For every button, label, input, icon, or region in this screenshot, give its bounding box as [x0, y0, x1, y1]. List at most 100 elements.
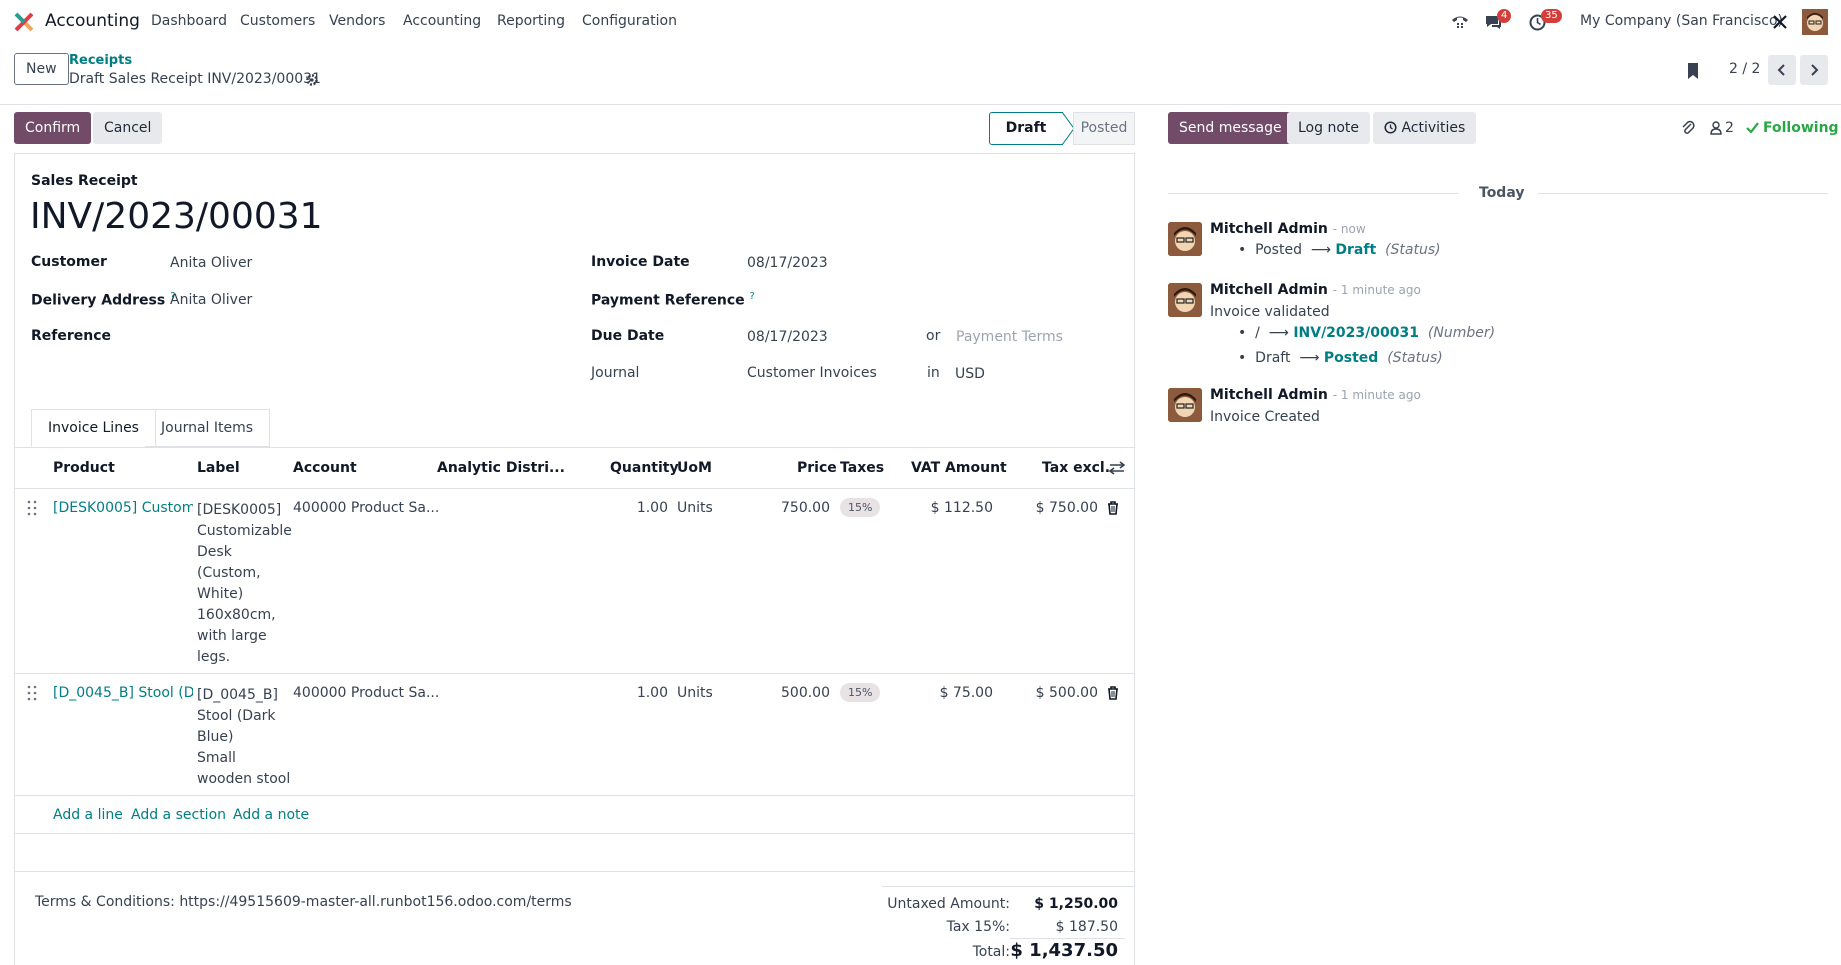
avatar[interactable]: [1168, 222, 1202, 256]
tax-badge[interactable]: 15%: [840, 498, 881, 517]
menu-vendors[interactable]: Vendors: [329, 13, 385, 29]
drag-handle-icon[interactable]: [27, 685, 37, 701]
followers-count[interactable]: 2: [1725, 120, 1734, 136]
col-taxes[interactable]: Taxes: [840, 460, 884, 476]
col-quantity[interactable]: Quantity: [610, 460, 679, 476]
user-avatar[interactable]: [1802, 9, 1828, 35]
status-posted[interactable]: Posted: [1073, 112, 1135, 145]
breadcrumb-receipts[interactable]: Receipts: [69, 53, 132, 68]
avatar[interactable]: [1168, 283, 1202, 317]
label-line: 160x80cm,: [197, 607, 276, 623]
delivery-address-field[interactable]: Anita Oliver: [170, 292, 252, 308]
bookmark-icon[interactable]: [1686, 62, 1700, 80]
due-date-field[interactable]: 08/17/2023: [747, 329, 828, 345]
label-line: legs.: [197, 649, 231, 665]
message-author[interactable]: Mitchell Admin - 1 minute ago: [1210, 282, 1421, 298]
send-message-button[interactable]: Send message: [1168, 112, 1293, 144]
debug-tools-icon[interactable]: [1772, 14, 1788, 30]
menu-configuration[interactable]: Configuration: [582, 13, 677, 29]
col-price[interactable]: Price: [797, 460, 837, 476]
or-label: or: [926, 328, 941, 344]
confirm-button[interactable]: Confirm: [14, 112, 92, 144]
row-label[interactable]: [DESK0005] Customizable Desk (Custom, Wh…: [197, 500, 292, 668]
reference-field[interactable]: [170, 325, 550, 347]
currency-field[interactable]: USD: [955, 366, 985, 382]
today-label: Today: [1479, 185, 1525, 201]
row-uom[interactable]: Units: [677, 500, 713, 516]
tab-journal-items[interactable]: Journal Items: [145, 409, 271, 447]
col-analytic[interactable]: Analytic Distri...: [437, 460, 565, 476]
totals-divider: [1010, 938, 1125, 939]
row-vat-amount: $ 75.00: [939, 685, 993, 701]
optional-columns-icon[interactable]: [1109, 460, 1125, 476]
menu-accounting[interactable]: Accounting: [403, 13, 481, 29]
row-account[interactable]: 400000 Product Sa...: [293, 500, 439, 516]
menu-reporting[interactable]: Reporting: [497, 13, 565, 29]
messages-badge: 4: [1497, 9, 1512, 23]
field-name: (Status): [1385, 242, 1441, 258]
row-label[interactable]: [D_0045_B] Stool (Dark Blue) Small woode…: [197, 685, 290, 790]
gear-icon[interactable]: [305, 73, 319, 87]
breadcrumb-current: Draft Sales Receipt INV/2023/00031: [69, 71, 321, 87]
message-author[interactable]: Mitchell Admin - 1 minute ago: [1210, 387, 1421, 403]
tax-badge[interactable]: 15%: [840, 683, 881, 702]
activities-button[interactable]: Activities: [1373, 112, 1477, 144]
app-name[interactable]: Accounting: [45, 11, 140, 31]
avatar-face-icon: [1168, 388, 1202, 422]
col-account[interactable]: Account: [293, 460, 357, 476]
row-account[interactable]: 400000 Product Sa...: [293, 685, 439, 701]
cancel-button[interactable]: Cancel: [93, 112, 163, 144]
terms-conditions[interactable]: Terms & Conditions: https://49515609-mas…: [35, 894, 572, 910]
phone-icon[interactable]: [1451, 14, 1469, 30]
avatar-face-icon: [1168, 222, 1202, 256]
following-button[interactable]: Following: [1763, 120, 1839, 136]
label-line: [DESK0005]: [197, 502, 282, 518]
trash-icon[interactable]: [1107, 501, 1119, 515]
log-note-button[interactable]: Log note: [1287, 112, 1370, 144]
col-product[interactable]: Product: [53, 460, 115, 476]
delivery-address-label: Delivery Address ?: [31, 291, 175, 309]
app-logo-icon[interactable]: [14, 12, 34, 32]
row-price[interactable]: 750.00: [760, 500, 830, 516]
label-line: Stool (Dark: [197, 708, 276, 724]
menu-dashboard[interactable]: Dashboard: [151, 13, 227, 29]
menu-customers[interactable]: Customers: [240, 13, 315, 29]
col-uom[interactable]: UoM: [677, 460, 712, 476]
payment-reference-label: Payment Reference ?: [591, 291, 755, 309]
add-line-link[interactable]: Add a line: [53, 807, 123, 823]
company-switcher[interactable]: My Company (San Francisco): [1580, 13, 1783, 29]
trash-icon[interactable]: [1107, 686, 1119, 700]
payment-reference-field[interactable]: [747, 288, 1127, 310]
col-label[interactable]: Label: [197, 460, 240, 476]
in-label: in: [927, 365, 940, 381]
chevron-left-icon: [1777, 64, 1785, 76]
customer-field[interactable]: Anita Oliver: [170, 255, 252, 271]
message-author[interactable]: Mitchell Admin - now: [1210, 221, 1366, 237]
drag-handle-icon[interactable]: [27, 500, 37, 516]
new-button[interactable]: New: [14, 53, 69, 85]
row-quantity[interactable]: 1.00: [610, 685, 668, 701]
row-product[interactable]: [D_0045_B] Stool (Dar: [53, 685, 193, 701]
add-note-link[interactable]: Add a note: [233, 807, 309, 823]
row-quantity[interactable]: 1.00: [610, 500, 668, 516]
row-price[interactable]: 500.00: [760, 685, 830, 701]
tab-invoice-lines[interactable]: Invoice Lines: [31, 409, 156, 447]
pager-value[interactable]: 2 / 2: [1729, 61, 1760, 77]
row-uom[interactable]: Units: [677, 685, 713, 701]
message-time: - 1 minute ago: [1332, 283, 1421, 297]
pager-next-button[interactable]: [1800, 55, 1828, 85]
avatar[interactable]: [1168, 388, 1202, 422]
col-tax-excl[interactable]: Tax excl.: [1042, 460, 1110, 476]
row-product[interactable]: [DESK0005] Customiz: [53, 500, 193, 516]
paperclip-icon[interactable]: [1681, 120, 1695, 136]
pager-previous-button[interactable]: [1768, 55, 1796, 85]
invoice-date-field[interactable]: 08/17/2023: [747, 255, 828, 271]
status-draft[interactable]: Draft: [989, 112, 1063, 145]
follower-icon[interactable]: [1710, 121, 1722, 135]
col-vat-amount[interactable]: VAT Amount: [911, 460, 1007, 476]
payment-terms-field[interactable]: Payment Terms: [956, 329, 1063, 345]
add-section-link[interactable]: Add a section: [131, 807, 226, 823]
delivery-address-text: Delivery Address: [31, 292, 166, 309]
journal-field[interactable]: Customer Invoices: [747, 365, 877, 381]
author-name: Mitchell Admin: [1210, 387, 1328, 403]
